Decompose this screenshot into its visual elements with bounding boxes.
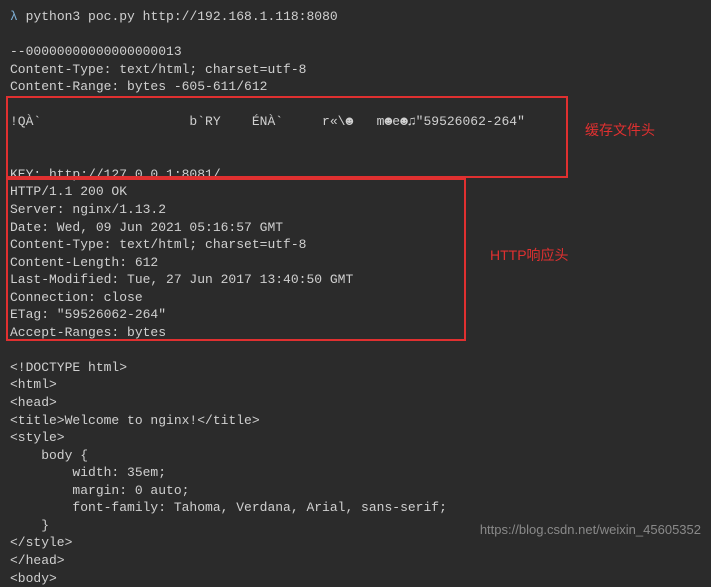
watermark-text: https://blog.csdn.net/weixin_45605352 [480,522,701,537]
http-line-7: ETag: "59526062-264" [10,306,701,324]
html-line-11: </head> [10,552,701,570]
html-line-4: <style> [10,429,701,447]
http-response-label: HTTP响应头 [490,245,569,265]
key-line: KEY: http://127.0.0.1:8081/ [10,166,701,184]
http-line-0: HTTP/1.1 200 OK [10,183,701,201]
http-line-3: Content-Type: text/html; charset=utf-8 [10,236,701,254]
content-range: Content-Range: bytes -605-611/612 [10,78,701,96]
http-line-8: Accept-Ranges: bytes [10,324,701,342]
html-line-10: </style> [10,534,701,552]
prompt-symbol: λ [10,9,18,24]
cache-header-label: 缓存文件头 [585,120,655,140]
content-type-1: Content-Type: text/html; charset=utf-8 [10,61,701,79]
boundary-line: --00000000000000000013 [10,43,701,61]
terminal-output: λ python3 poc.py http://192.168.1.118:80… [10,8,701,587]
command-text: python3 poc.py http://192.168.1.118:8080 [26,9,338,24]
html-line-1: <html> [10,376,701,394]
html-line-8: font-family: Tahoma, Verdana, Arial, san… [10,499,701,517]
command-line: λ python3 poc.py http://192.168.1.118:80… [10,8,701,26]
html-line-12: <body> [10,570,701,587]
html-line-6: width: 35em; [10,464,701,482]
http-line-1: Server: nginx/1.13.2 [10,201,701,219]
http-line-5: Last-Modified: Tue, 27 Jun 2017 13:40:50… [10,271,701,289]
html-line-3: <title>Welcome to nginx!</title> [10,412,701,430]
html-line-7: margin: 0 auto; [10,482,701,500]
http-line-4: Content-Length: 612 [10,254,701,272]
http-line-6: Connection: close [10,289,701,307]
http-line-2: Date: Wed, 09 Jun 2021 05:16:57 GMT [10,219,701,237]
html-line-0: <!DOCTYPE html> [10,359,701,377]
html-line-5: body { [10,447,701,465]
html-line-2: <head> [10,394,701,412]
